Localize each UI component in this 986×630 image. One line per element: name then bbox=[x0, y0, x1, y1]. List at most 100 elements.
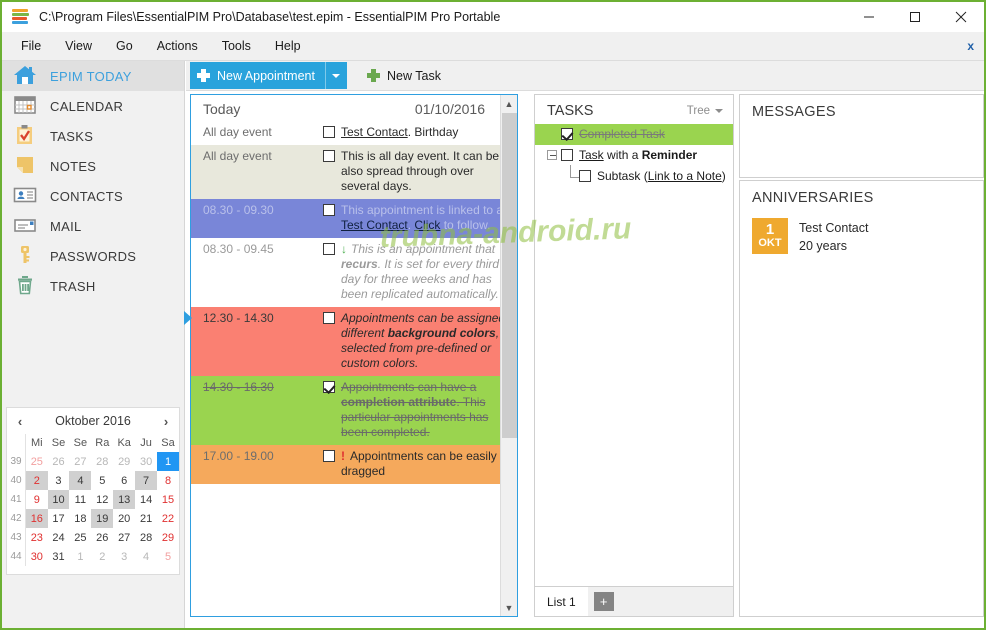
calendar-day-cell[interactable]: 19 bbox=[91, 509, 114, 528]
calendar-day-cell[interactable]: 24 bbox=[48, 528, 70, 547]
menu-item-file[interactable]: File bbox=[10, 35, 52, 57]
prev-month-button[interactable]: ‹ bbox=[11, 414, 29, 429]
calendar-day-cell[interactable]: 7 bbox=[135, 471, 158, 490]
calendar-day-cell[interactable]: 27 bbox=[113, 528, 135, 547]
today-scrollbar[interactable]: ▲ ▼ bbox=[500, 95, 517, 616]
calendar-day-cell[interactable]: 8 bbox=[157, 471, 179, 490]
calendar-day-cell[interactable]: 26 bbox=[91, 528, 113, 547]
menu-item-actions[interactable]: Actions bbox=[146, 35, 209, 57]
tab-list-1[interactable]: List 1 bbox=[535, 587, 588, 616]
inline-link[interactable]: Test Contact bbox=[341, 218, 408, 232]
sidebar-item-tasks[interactable]: TASKS bbox=[2, 121, 184, 151]
calendar-day-cell[interactable]: 29 bbox=[113, 452, 135, 471]
sidebar-item-calendar[interactable]: CALENDAR bbox=[2, 91, 184, 121]
collapse-expander-icon[interactable] bbox=[547, 150, 557, 160]
maximize-button[interactable] bbox=[892, 2, 938, 32]
close-button[interactable] bbox=[938, 2, 984, 32]
inline-link[interactable]: Test Contact bbox=[341, 125, 408, 139]
calendar-day-cell[interactable]: 31 bbox=[48, 547, 70, 566]
appointment-checkbox[interactable] bbox=[323, 204, 335, 216]
menu-item-view[interactable]: View bbox=[54, 35, 103, 57]
new-task-button[interactable]: New Task bbox=[361, 62, 451, 89]
menu-item-tools[interactable]: Tools bbox=[211, 35, 262, 57]
sidebar-item-epim-today[interactable]: EPIM TODAY bbox=[2, 61, 184, 91]
calendar-day-cell[interactable]: 25 bbox=[69, 528, 91, 547]
appointment-row[interactable]: 08.30 - 09.30 This appointment is linked … bbox=[191, 199, 517, 238]
sidebar-item-trash[interactable]: TRASH bbox=[2, 271, 184, 301]
task-checkbox[interactable] bbox=[561, 149, 573, 161]
appointment-checkbox[interactable] bbox=[323, 150, 335, 162]
calendar-day-cell[interactable]: 3 bbox=[48, 471, 70, 490]
appointment-row[interactable]: 17.00 - 19.00! Appointments can be easily… bbox=[191, 445, 517, 484]
scroll-up-arrow[interactable]: ▲ bbox=[501, 95, 517, 112]
calendar-day-cell[interactable]: 27 bbox=[69, 452, 91, 471]
inline-link[interactable]: Task bbox=[579, 148, 604, 162]
new-appointment-button[interactable]: New Appointment bbox=[190, 62, 325, 89]
menu-item-go[interactable]: Go bbox=[105, 35, 144, 57]
calendar-day-cell[interactable]: 2 bbox=[91, 547, 113, 566]
calendar-day-cell[interactable]: 15 bbox=[157, 490, 179, 509]
calendar-day-cell[interactable]: 14 bbox=[135, 490, 157, 509]
minimize-button[interactable] bbox=[846, 2, 892, 32]
next-month-button[interactable]: › bbox=[157, 414, 175, 429]
calendar-day-cell[interactable]: 28 bbox=[91, 452, 113, 471]
task-checkbox[interactable] bbox=[579, 170, 591, 182]
close-tab-icon[interactable]: x bbox=[967, 39, 974, 53]
tasks-footer: List 1 + bbox=[534, 587, 734, 617]
calendar-day-cell[interactable]: 18 bbox=[69, 509, 91, 528]
calendar-day-cell[interactable]: 5 bbox=[91, 471, 113, 490]
calendar-day-cell[interactable]: 16 bbox=[25, 509, 48, 528]
calendar-day-cell[interactable]: 23 bbox=[26, 528, 48, 547]
appointment-row[interactable]: 08.30 - 09.45 ↓ This is an appointment tha… bbox=[191, 238, 517, 307]
calendar-day-cell[interactable]: 30 bbox=[135, 452, 157, 471]
tasks-view-mode-button[interactable]: Tree bbox=[687, 105, 723, 117]
calendar-day-cell[interactable]: 4 bbox=[69, 471, 92, 490]
calendar-day-cell[interactable]: 12 bbox=[91, 490, 113, 509]
appointment-row[interactable]: 14.30 - 16.30 Appointments can have a com… bbox=[191, 376, 517, 445]
calendar-day-cell[interactable]: 1 bbox=[157, 452, 179, 471]
sidebar-item-contacts[interactable]: CONTACTS bbox=[2, 181, 184, 211]
calendar-day-cell[interactable]: 28 bbox=[135, 528, 157, 547]
calendar-day-cell[interactable]: 26 bbox=[48, 452, 70, 471]
task-row[interactable]: Subtask (Link to a Note) bbox=[535, 165, 733, 187]
task-checkbox[interactable] bbox=[561, 128, 573, 140]
calendar-day-cell[interactable]: 2 bbox=[25, 471, 48, 490]
appointment-checkbox[interactable] bbox=[323, 450, 335, 462]
appointment-checkbox[interactable] bbox=[323, 381, 335, 393]
calendar-day-cell[interactable]: 11 bbox=[69, 490, 91, 509]
new-appointment-dropdown-button[interactable] bbox=[324, 62, 347, 89]
calendar-day-cell[interactable]: 13 bbox=[113, 490, 136, 509]
calendar-day-cell[interactable]: 30 bbox=[26, 547, 48, 566]
calendar-day-cell[interactable]: 10 bbox=[47, 490, 70, 509]
calendar-day-cell[interactable]: 9 bbox=[26, 490, 48, 509]
scroll-down-arrow[interactable]: ▼ bbox=[501, 599, 517, 616]
inline-link[interactable]: Link to a Note bbox=[648, 169, 722, 183]
menu-item-help[interactable]: Help bbox=[264, 35, 312, 57]
scrollbar-thumb[interactable] bbox=[502, 113, 517, 438]
appointment-row[interactable]: 12.30 - 14.30 Appointments can be assigne… bbox=[184, 307, 517, 376]
calendar-day-cell[interactable]: 6 bbox=[113, 471, 135, 490]
calendar-day-cell[interactable]: 1 bbox=[69, 547, 91, 566]
appointment-row[interactable]: All day event This is all day event. It c… bbox=[191, 145, 517, 199]
calendar-day-cell[interactable]: 22 bbox=[157, 509, 179, 528]
appointment-checkbox[interactable] bbox=[323, 126, 335, 138]
appointment-row[interactable]: All day event Test Contact. Birthday bbox=[191, 121, 517, 145]
inline-link[interactable]: Click bbox=[414, 218, 440, 232]
anniversary-item[interactable]: 1 OKT Test Contact 20 years bbox=[740, 212, 983, 255]
sidebar-item-notes[interactable]: NOTES bbox=[2, 151, 184, 181]
appointment-checkbox[interactable] bbox=[323, 243, 335, 255]
task-row[interactable]: Completed Task bbox=[535, 124, 733, 145]
appointment-checkbox[interactable] bbox=[323, 312, 335, 324]
calendar-day-cell[interactable]: 20 bbox=[113, 509, 135, 528]
calendar-day-cell[interactable]: 25 bbox=[26, 452, 48, 471]
add-list-button[interactable]: + bbox=[593, 592, 614, 611]
task-row[interactable]: Task with a Reminder bbox=[535, 145, 733, 166]
calendar-day-cell[interactable]: 17 bbox=[48, 509, 70, 528]
sidebar-item-mail[interactable]: MAIL bbox=[2, 211, 184, 241]
calendar-day-cell[interactable]: 4 bbox=[135, 547, 157, 566]
sidebar-item-passwords[interactable]: PASSWORDS bbox=[2, 241, 184, 271]
calendar-day-cell[interactable]: 3 bbox=[113, 547, 135, 566]
calendar-day-cell[interactable]: 21 bbox=[135, 509, 157, 528]
calendar-day-cell[interactable]: 5 bbox=[157, 547, 179, 566]
calendar-day-cell[interactable]: 29 bbox=[157, 528, 179, 547]
